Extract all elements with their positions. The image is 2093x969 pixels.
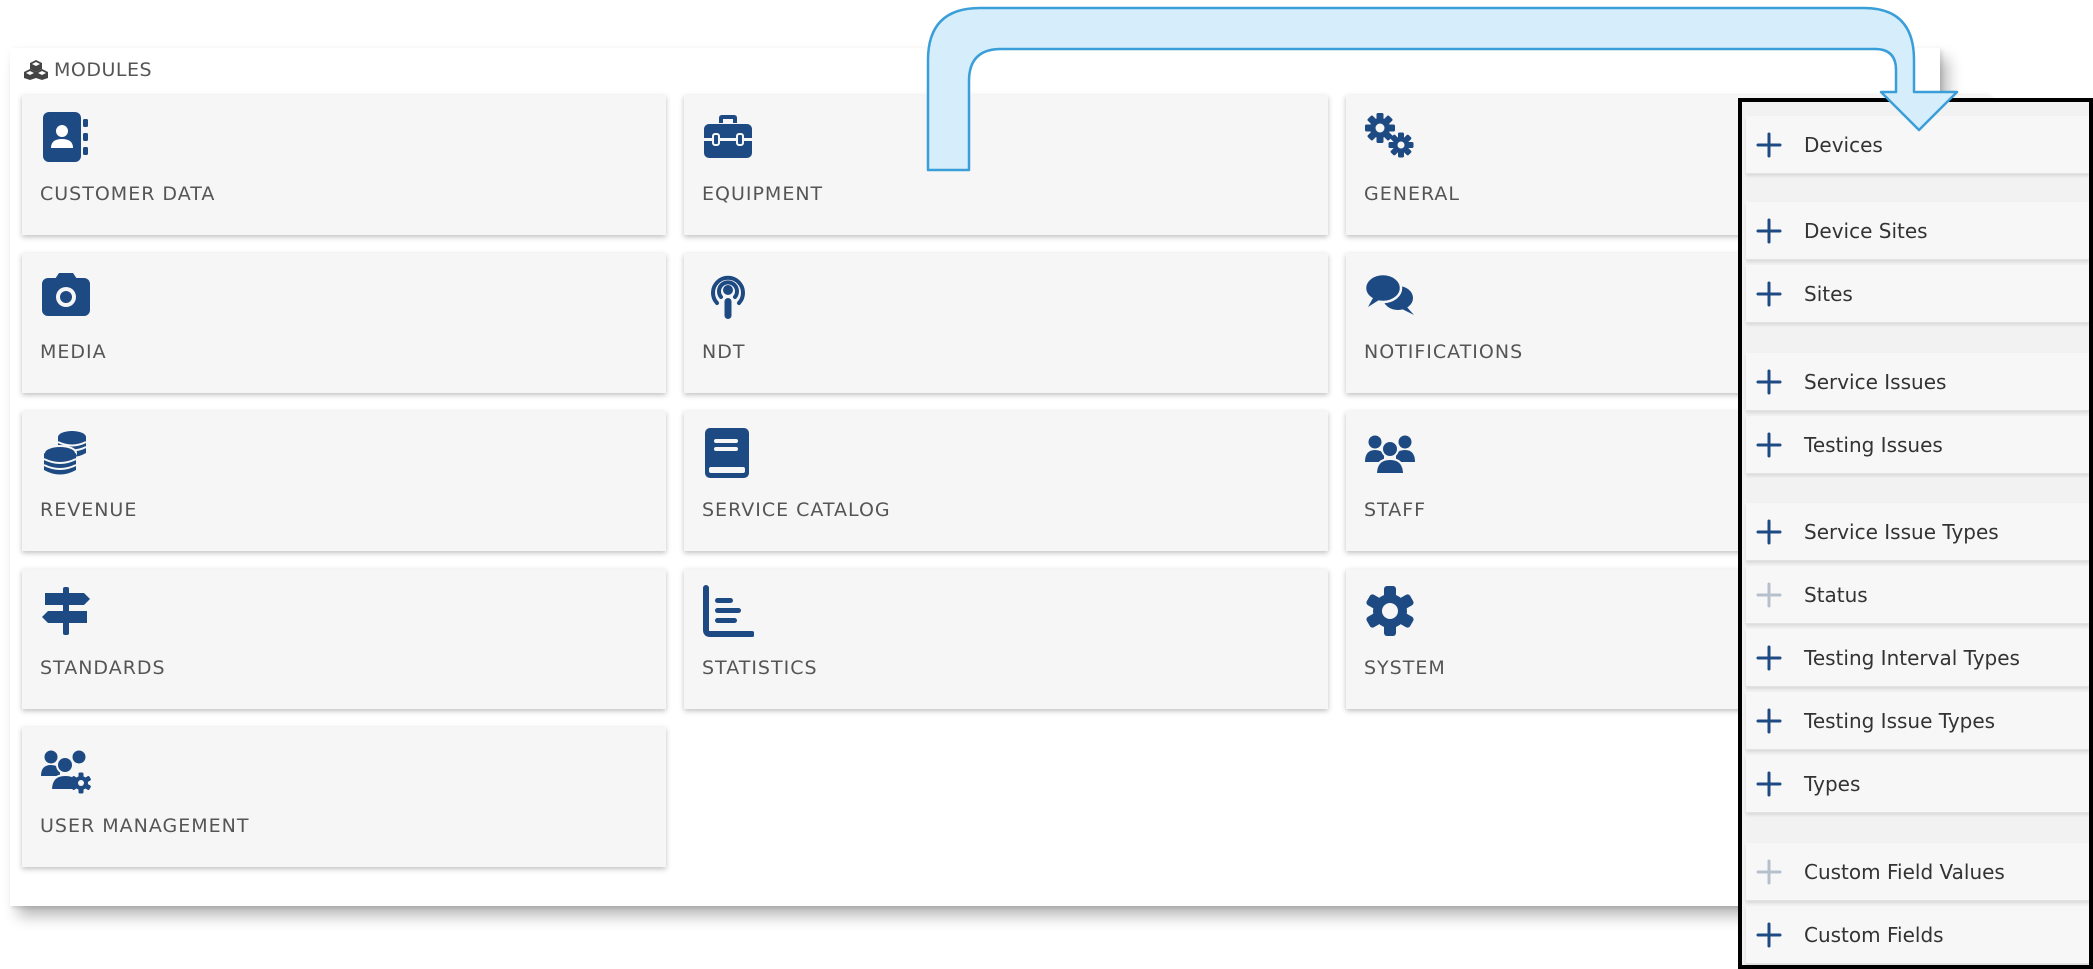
menu-item-label: Testing Issue Types [1804,708,1996,733]
menu-item-label: Testing Issues [1804,432,1943,457]
signs-icon [42,587,90,635]
tile-label: STAFF [1364,499,1427,521]
menu-item-device-sites[interactable]: Device Sites [1746,202,2089,260]
menu-item-label: Types [1804,771,1861,796]
menu-item-label: Custom Field Values [1804,859,2005,884]
menu-item-service-issues[interactable]: Service Issues [1746,353,2089,411]
plus-icon [1756,432,1782,457]
menu-item-label: Devices [1804,132,1883,157]
tile-label: CUSTOMER DATA [40,183,216,205]
comments-icon [1364,272,1414,315]
menu-item-testing-interval-types[interactable]: Testing Interval Types [1746,629,2089,687]
tile-label: GENERAL [1364,183,1460,205]
users-cog-icon [41,750,91,794]
plus-icon [1756,218,1782,243]
menu-item-testing-issues[interactable]: Testing Issues [1746,416,2089,474]
tile-label: MEDIA [40,341,107,363]
menu-item-label: Status [1804,582,1868,607]
users-icon [1365,435,1415,475]
tile-label: STATISTICS [702,657,818,679]
menu-item-service-issue-types[interactable]: Service Issue Types [1746,503,2089,561]
menu-item-status[interactable]: Status [1746,566,2089,624]
tile-service-catalog[interactable]: SERVICE CATALOG [684,411,1328,551]
tile-label: STANDARDS [40,657,166,679]
menu-item-label: Testing Interval Types [1804,645,2020,670]
plus-icon [1756,708,1782,733]
book-icon [705,428,749,478]
plus-icon [1756,922,1782,947]
panel-header: MODULES [24,58,152,82]
plus-icon [1756,645,1782,670]
tile-media[interactable]: MEDIA [22,253,666,393]
panel-title: MODULES [54,59,153,81]
plus-icon [1756,281,1782,306]
tile-label: NDT [702,341,746,363]
plus-icon [1756,582,1782,607]
tile-customer-data[interactable]: CUSTOMER DATA [22,95,666,235]
menu-item-label: Custom Fields [1804,922,1944,947]
tile-label: SYSTEM [1364,657,1446,679]
tile-label: REVENUE [40,499,138,521]
coins-icon [43,431,87,475]
menu-item-sites[interactable]: Sites [1746,265,2089,323]
plus-icon [1756,771,1782,796]
tile-statistics[interactable]: STATISTICS [684,569,1328,709]
menu-item-label: Device Sites [1804,218,1928,243]
gear-icon [1366,586,1414,636]
tile-standards[interactable]: STANDARDS [22,569,666,709]
podcast-icon [711,275,745,319]
plus-icon [1756,132,1782,157]
menu-item-testing-issue-types[interactable]: Testing Issue Types [1746,692,2089,750]
tile-equipment[interactable]: EQUIPMENT [684,95,1328,235]
menu-item-devices[interactable]: Devices [1746,116,2089,174]
tile-label: USER MANAGEMENT [40,815,250,837]
cogs-icon [1365,113,1414,158]
tile-label: NOTIFICATIONS [1364,341,1524,363]
menu-item-custom-fields[interactable]: Custom Fields [1746,906,2089,964]
tile-label: SERVICE CATALOG [702,499,891,521]
submenu-panel: Devices Device Sites Sites Service Issue… [1738,98,2093,969]
plus-icon [1756,369,1782,394]
plus-icon [1756,859,1782,884]
camera-icon [42,273,90,316]
menu-item-label: Sites [1804,281,1853,306]
menu-item-custom-field-values[interactable]: Custom Field Values [1746,843,2089,901]
cubes-icon [24,60,48,80]
toolbox-icon [704,115,752,158]
plus-icon [1756,519,1782,544]
tile-user-management[interactable]: USER MANAGEMENT [22,727,666,867]
menu-item-label: Service Issue Types [1804,519,1999,544]
menu-item-label: Service Issues [1804,369,1947,394]
tile-revenue[interactable]: REVENUE [22,411,666,551]
tile-label: EQUIPMENT [702,183,824,205]
address-book-icon [43,112,88,162]
chart-bar-icon [703,585,754,637]
tile-ndt[interactable]: NDT [684,253,1328,393]
menu-item-types[interactable]: Types [1746,755,2089,813]
